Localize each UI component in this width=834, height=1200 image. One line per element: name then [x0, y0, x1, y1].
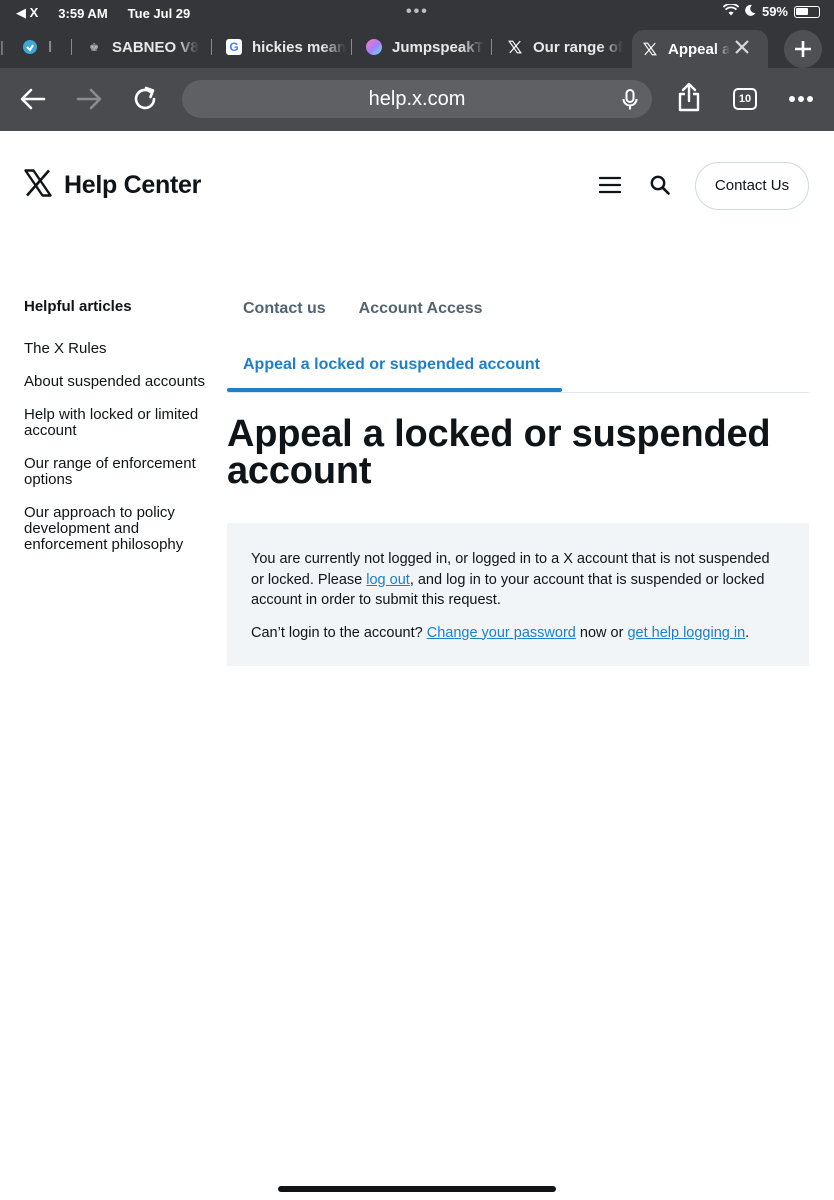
browser-chrome: ◀ X 3:59 AM Tue Jul 29 ••• 59% | l ♚ SAB… [0, 0, 834, 131]
breadcrumb-divider [227, 392, 809, 393]
sidebar-item-enforcement-options[interactable]: Our range of enforcement options [24, 456, 209, 488]
tab-4[interactable]: JumpspeakT [366, 30, 492, 64]
page-title: Appeal a locked or suspended account [227, 413, 771, 492]
arrow-left-icon [20, 88, 46, 110]
x-logo-icon [507, 39, 523, 55]
site-title: Help Center [64, 171, 202, 199]
sidebar-title: Helpful articles [24, 298, 132, 315]
notice-text: now or [575, 624, 628, 641]
search-button[interactable] [648, 173, 672, 197]
search-icon [650, 175, 670, 195]
jumpspeak-icon [366, 39, 382, 55]
status-date: Tue Jul 29 [127, 5, 191, 21]
tab-active[interactable]: Appeal a [632, 30, 768, 68]
arrow-right-icon [76, 88, 102, 110]
share-icon [678, 82, 700, 112]
tab-1[interactable]: l [22, 30, 72, 64]
breadcrumb-active[interactable]: Appeal a locked or suspended account [243, 356, 540, 374]
x-logo-icon [642, 41, 658, 57]
sidebar-item-policy-approach[interactable]: Our approach to policy development and e… [24, 505, 209, 553]
more-menu-button[interactable] [786, 84, 816, 114]
tab-switcher-button[interactable]: 10 [730, 84, 760, 114]
forward-button[interactable] [74, 84, 104, 114]
app-icon [22, 39, 38, 55]
tab-label: Our range of [533, 38, 624, 56]
microphone-icon[interactable] [622, 89, 638, 116]
notice-text: . [745, 624, 750, 641]
status-bar: ◀ X 3:59 AM Tue Jul 29 ••• 59% [0, 0, 834, 26]
toolbar: help.x.com 10 [0, 68, 834, 131]
wifi-icon [722, 2, 740, 19]
log-out-link[interactable]: log out [366, 572, 410, 588]
back-to-app[interactable]: ◀ X [16, 5, 38, 21]
tab-overflow[interactable]: | [0, 30, 18, 64]
contact-us-button[interactable]: Contact Us [695, 162, 809, 210]
reload-icon [134, 86, 156, 110]
menu-button[interactable] [598, 173, 622, 197]
site-header: Help Center Contact Us [0, 131, 834, 241]
tab-2[interactable]: ♚ SABNEO V8 [86, 30, 212, 64]
sabneo-icon: ♚ [89, 41, 99, 54]
breadcrumb-contact-us[interactable]: Contact us [243, 300, 326, 318]
notice-paragraph-1: You are currently not logged in, or logg… [251, 549, 785, 611]
new-tab-button[interactable] [784, 30, 822, 68]
breadcrumb-account-access[interactable]: Account Access [359, 300, 483, 318]
close-tab-icon[interactable] [734, 39, 750, 59]
notice-text: Can’t login to the account? [251, 624, 427, 641]
notice-paragraph-2: Can’t login to the account? Change your … [251, 623, 785, 644]
google-icon: G [226, 39, 242, 55]
tab-label: l [48, 38, 53, 56]
tab-5[interactable]: Our range of [507, 30, 625, 64]
change-password-link[interactable]: Change your password [427, 625, 576, 641]
tab-label: JumpspeakT [392, 38, 484, 56]
tab-label: hickies mean [252, 38, 347, 56]
share-button[interactable] [674, 82, 704, 112]
help-logging-in-link[interactable]: get help logging in [627, 625, 745, 641]
battery-percent: 59% [761, 4, 788, 19]
reload-button[interactable] [130, 84, 160, 114]
status-time: 3:59 AM [58, 5, 108, 21]
back-button[interactable] [18, 84, 48, 114]
tab-strip: | l ♚ SABNEO V8 G hickies mean Jumpspeak… [0, 26, 834, 68]
moon-icon [745, 4, 756, 19]
address-bar[interactable]: help.x.com [182, 80, 652, 118]
battery-level [796, 7, 808, 15]
breadcrumb: Contact us Account Access [243, 300, 483, 318]
tab-3[interactable]: G hickies mean [226, 30, 352, 64]
plus-icon [795, 41, 811, 57]
helpful-articles-sidebar: Helpful articles The X Rules About suspe… [24, 298, 209, 570]
hamburger-menu-icon [599, 176, 621, 194]
tab-count: 10 [733, 88, 757, 110]
tab-label: Appeal a [668, 40, 730, 58]
more-dots-icon [789, 96, 813, 102]
sidebar-item-x-rules[interactable]: The X Rules [24, 341, 209, 357]
tab-label: SABNEO V8 [112, 38, 199, 56]
sidebar-item-locked-limited[interactable]: Help with locked or limited account [24, 407, 209, 439]
login-notice: You are currently not logged in, or logg… [227, 523, 809, 666]
sidebar-item-suspended-accounts[interactable]: About suspended accounts [24, 374, 209, 390]
help-center-logo[interactable]: Help Center [24, 169, 201, 202]
battery-icon [794, 5, 820, 18]
x-logo-icon [24, 169, 52, 202]
multitask-dots-icon[interactable]: ••• [406, 3, 429, 21]
url-text: help.x.com [368, 88, 466, 110]
home-indicator[interactable] [278, 1186, 556, 1192]
